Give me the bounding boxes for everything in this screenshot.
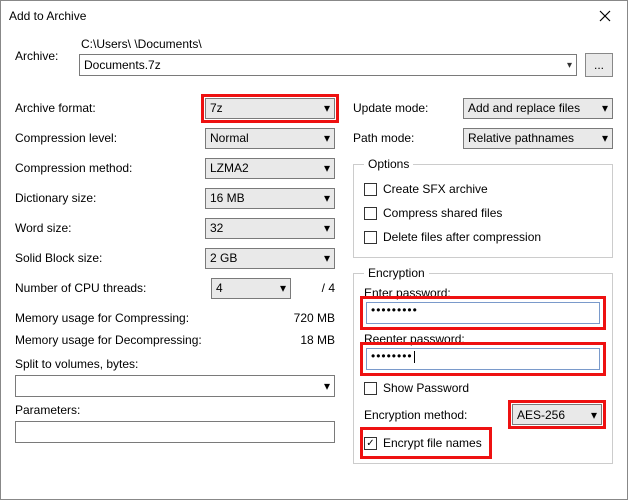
shared-checkbox[interactable]: Compress shared files [364, 201, 602, 225]
mem-decompress-label: Memory usage for Decompressing: [15, 333, 255, 347]
cpu-threads-total: / 4 [299, 281, 335, 295]
compression-method-label: Compression method: [15, 161, 205, 175]
encryption-method-value: AES-256 [517, 408, 565, 422]
compression-method-combo[interactable]: LZMA2 ▾ [205, 158, 335, 179]
cpu-threads-combo[interactable]: 4▾ [211, 278, 291, 299]
chevron-down-icon: ▾ [324, 221, 330, 235]
chevron-down-icon: ▾ [280, 281, 286, 295]
enter-password-label: Enter password: [364, 286, 602, 300]
chevron-down-icon: ▾ [602, 101, 608, 115]
archive-path: C:\Users\ \Documents\ [79, 37, 613, 51]
archive-format-value: 7z [210, 101, 223, 115]
dictionary-size-label: Dictionary size: [15, 191, 205, 205]
text-caret [414, 351, 415, 363]
encryption-method-label: Encryption method: [364, 408, 504, 422]
parameters-input[interactable] [15, 421, 335, 443]
chevron-down-icon: ▾ [324, 379, 330, 393]
reenter-password-label: Reenter password: [364, 332, 602, 346]
archive-format-label: Archive format: [15, 101, 205, 115]
checkbox-checked-icon: ✓ [364, 437, 377, 450]
parameters-label: Parameters: [15, 403, 335, 417]
compression-level-combo[interactable]: Normal ▾ [205, 128, 335, 149]
path-mode-combo[interactable]: Relative pathnames ▾ [463, 128, 613, 149]
solid-block-size-value: 2 GB [210, 251, 237, 265]
word-size-combo[interactable]: 32 ▾ [205, 218, 335, 239]
show-password-checkbox[interactable]: Show Password [364, 376, 602, 400]
checkbox-icon [364, 231, 377, 244]
delete-checkbox[interactable]: Delete files after compression [364, 225, 602, 249]
browse-button[interactable]: ... [585, 53, 613, 77]
compression-level-label: Compression level: [15, 131, 205, 145]
update-mode-label: Update mode: [353, 101, 463, 115]
options-group: Options Create SFX archive Compress shar… [353, 157, 613, 258]
mem-compress-label: Memory usage for Compressing: [15, 311, 255, 325]
chevron-down-icon: ▾ [567, 60, 572, 71]
solid-block-size-label: Solid Block size: [15, 251, 205, 265]
word-size-value: 32 [210, 221, 223, 235]
update-mode-value: Add and replace files [468, 101, 580, 115]
cpu-threads-value: 4 [216, 281, 223, 295]
close-button[interactable] [583, 1, 627, 31]
options-legend: Options [364, 157, 413, 171]
chevron-down-icon: ▾ [324, 251, 330, 265]
archive-name-combo[interactable]: Documents.7z ▾ [79, 54, 577, 76]
encrypt-filenames-label: Encrypt file names [383, 436, 482, 450]
split-volumes-label: Split to volumes, bytes: [15, 357, 335, 371]
shared-label: Compress shared files [383, 206, 502, 220]
encryption-method-combo[interactable]: AES-256 ▾ [512, 404, 602, 425]
encrypt-filenames-checkbox[interactable]: ✓ Encrypt file names [364, 431, 488, 455]
dictionary-size-combo[interactable]: 16 MB ▾ [205, 188, 335, 209]
show-password-label: Show Password [383, 381, 469, 395]
chevron-down-icon: ▾ [324, 131, 330, 145]
compression-method-value: LZMA2 [210, 161, 249, 175]
chevron-down-icon: ▾ [591, 408, 597, 422]
chevron-down-icon: ▾ [602, 131, 608, 145]
chevron-down-icon: ▾ [324, 101, 330, 115]
close-icon [599, 10, 611, 22]
path-mode-label: Path mode: [353, 131, 463, 145]
window-title: Add to Archive [9, 9, 86, 23]
sfx-checkbox[interactable]: Create SFX archive [364, 177, 602, 201]
sfx-label: Create SFX archive [383, 182, 488, 196]
cpu-threads-label: Number of CPU threads: [15, 281, 211, 295]
checkbox-icon [364, 183, 377, 196]
enter-password-input[interactable]: ••••••••• [366, 302, 600, 324]
archive-label: Archive: [15, 37, 75, 63]
path-mode-value: Relative pathnames [468, 131, 574, 145]
dictionary-size-value: 16 MB [210, 191, 245, 205]
compression-level-value: Normal [210, 131, 249, 145]
chevron-down-icon: ▾ [324, 191, 330, 205]
reenter-password-input[interactable]: •••••••• [366, 348, 600, 370]
checkbox-icon [364, 207, 377, 220]
archive-format-combo[interactable]: 7z ▾ [205, 98, 335, 119]
mem-compress-value: 720 MB [255, 311, 335, 325]
split-volumes-combo[interactable]: ▾ [15, 375, 335, 397]
update-mode-combo[interactable]: Add and replace files ▾ [463, 98, 613, 119]
solid-block-size-combo[interactable]: 2 GB ▾ [205, 248, 335, 269]
word-size-label: Word size: [15, 221, 205, 235]
encryption-legend: Encryption [364, 266, 429, 280]
mem-decompress-value: 18 MB [255, 333, 335, 347]
delete-label: Delete files after compression [383, 230, 541, 244]
archive-filename: Documents.7z [84, 58, 563, 72]
chevron-down-icon: ▾ [324, 161, 330, 175]
encryption-group: Encryption Enter password: ••••••••• Ree… [353, 266, 613, 464]
checkbox-icon [364, 382, 377, 395]
